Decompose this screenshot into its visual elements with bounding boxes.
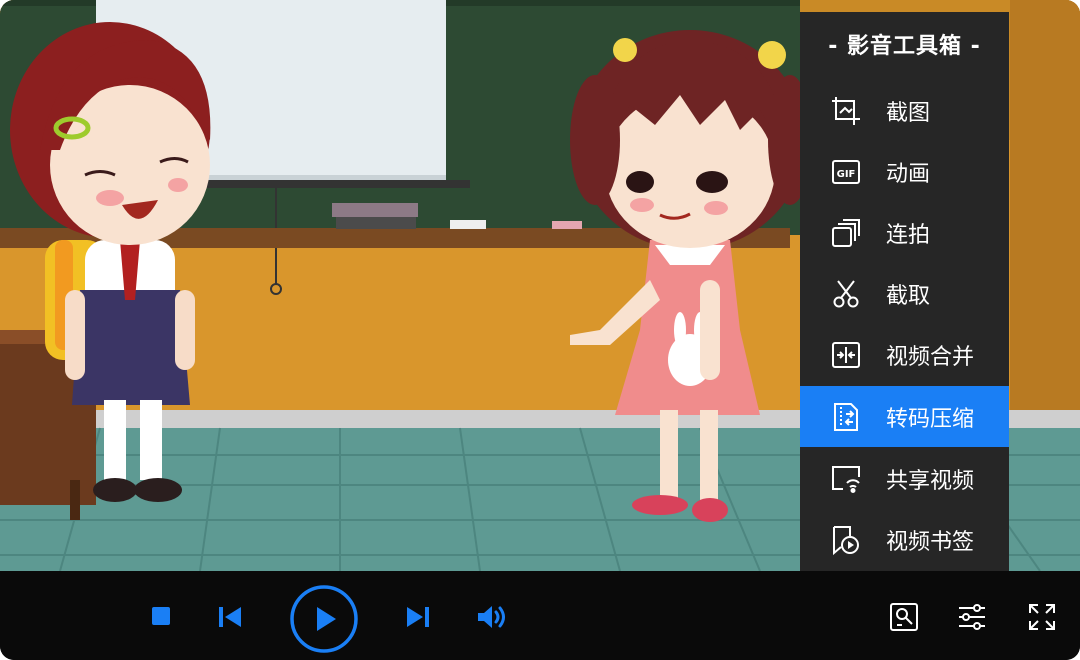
stop-button[interactable] <box>146 601 176 631</box>
scissors-icon <box>830 278 862 310</box>
settings-sliders-icon <box>959 604 985 630</box>
transcode-compress-icon <box>830 401 862 433</box>
toolbox-icon <box>890 603 918 631</box>
menu-item-label: 共享视频 <box>886 468 975 494</box>
menu-item-label: 截图 <box>886 100 931 126</box>
menu-item-label: 动画 <box>886 161 931 187</box>
burst-shot-icon <box>830 217 862 249</box>
play-icon <box>290 585 358 653</box>
menu-item-transcode-compress[interactable]: 转码压缩 <box>800 386 1009 447</box>
video-player: - 影音工具箱 - 截图 GIF 动画 连拍 截取 视频合并 转码压缩 共享视频… <box>0 0 1080 660</box>
settings-button[interactable] <box>954 599 990 635</box>
menu-item-label: 截取 <box>886 283 931 309</box>
svg-text:GIF: GIF <box>837 169 856 180</box>
stop-icon <box>152 607 170 625</box>
toolbox-button[interactable] <box>886 599 922 635</box>
next-icon <box>407 607 429 627</box>
fullscreen-icon <box>1029 604 1055 630</box>
menu-item-label: 视频合并 <box>886 344 975 370</box>
toolbox-menu: - 影音工具箱 - 截图 GIF 动画 连拍 截取 视频合并 转码压缩 共享视频… <box>800 12 1009 580</box>
menu-item-clip[interactable]: 截取 <box>800 263 1009 324</box>
volume-button[interactable] <box>474 601 510 633</box>
volume-icon <box>478 606 505 628</box>
toolbox-title: - 影音工具箱 - <box>828 34 981 59</box>
screenshot-icon <box>830 95 862 127</box>
menu-item-gif[interactable]: GIF 动画 <box>800 141 1009 202</box>
menu-item-video-bookmark[interactable]: 视频书签 <box>800 509 1009 570</box>
control-bar <box>0 571 1080 660</box>
menu-item-screenshot[interactable]: 截图 <box>800 80 1009 141</box>
play-button[interactable] <box>289 584 359 654</box>
menu-item-share-video[interactable]: 共享视频 <box>800 448 1009 509</box>
menu-item-label: 转码压缩 <box>886 406 975 432</box>
next-button[interactable] <box>402 601 434 633</box>
bookmark-icon <box>830 524 862 556</box>
previous-icon <box>219 607 241 627</box>
merge-icon <box>830 339 862 371</box>
previous-button[interactable] <box>214 601 246 633</box>
menu-item-video-merge[interactable]: 视频合并 <box>800 324 1009 385</box>
gif-icon: GIF <box>830 156 862 188</box>
menu-item-label: 视频书签 <box>886 529 975 555</box>
fullscreen-button[interactable] <box>1024 599 1060 635</box>
share-video-icon <box>830 463 862 495</box>
menu-item-burst-shot[interactable]: 连拍 <box>800 202 1009 263</box>
menu-item-label: 连拍 <box>886 222 931 248</box>
